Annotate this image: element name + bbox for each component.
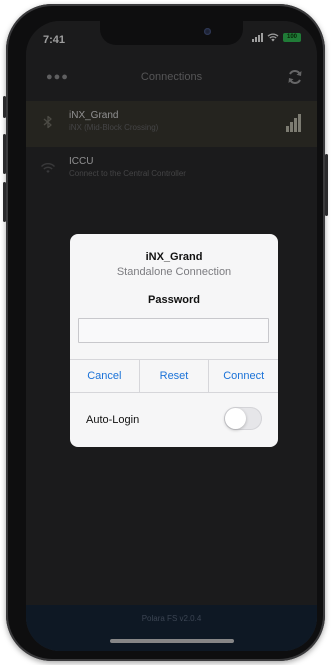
toggle-knob <box>225 408 246 429</box>
dialog-title: iNX_Grand <box>145 251 203 263</box>
password-dialog: iNX_Grand Standalone Connection Password… <box>70 234 278 447</box>
password-input[interactable] <box>78 318 269 343</box>
dialog-subtitle: Standalone Connection <box>116 266 232 278</box>
power-button <box>325 154 328 216</box>
notch <box>100 21 243 45</box>
auto-login-label: Auto-Login <box>86 414 140 426</box>
password-label: Password <box>148 294 200 306</box>
dialog-button-row: Cancel Reset Connect <box>70 359 278 393</box>
mute-switch <box>3 96 6 118</box>
cancel-button[interactable]: Cancel <box>70 360 139 392</box>
reset-button[interactable]: Reset <box>138 360 209 392</box>
connect-button[interactable]: Connect <box>208 360 278 392</box>
app-screen: 7:41 100 ●●● Connections iNX_Grand iNX (… <box>26 21 317 651</box>
volume-down-button <box>3 182 6 222</box>
camera-icon <box>204 28 211 35</box>
auto-login-toggle[interactable] <box>224 407 262 430</box>
phone-frame: 7:41 100 ●●● Connections iNX_Grand iNX (… <box>3 4 328 661</box>
volume-up-button <box>3 134 6 174</box>
